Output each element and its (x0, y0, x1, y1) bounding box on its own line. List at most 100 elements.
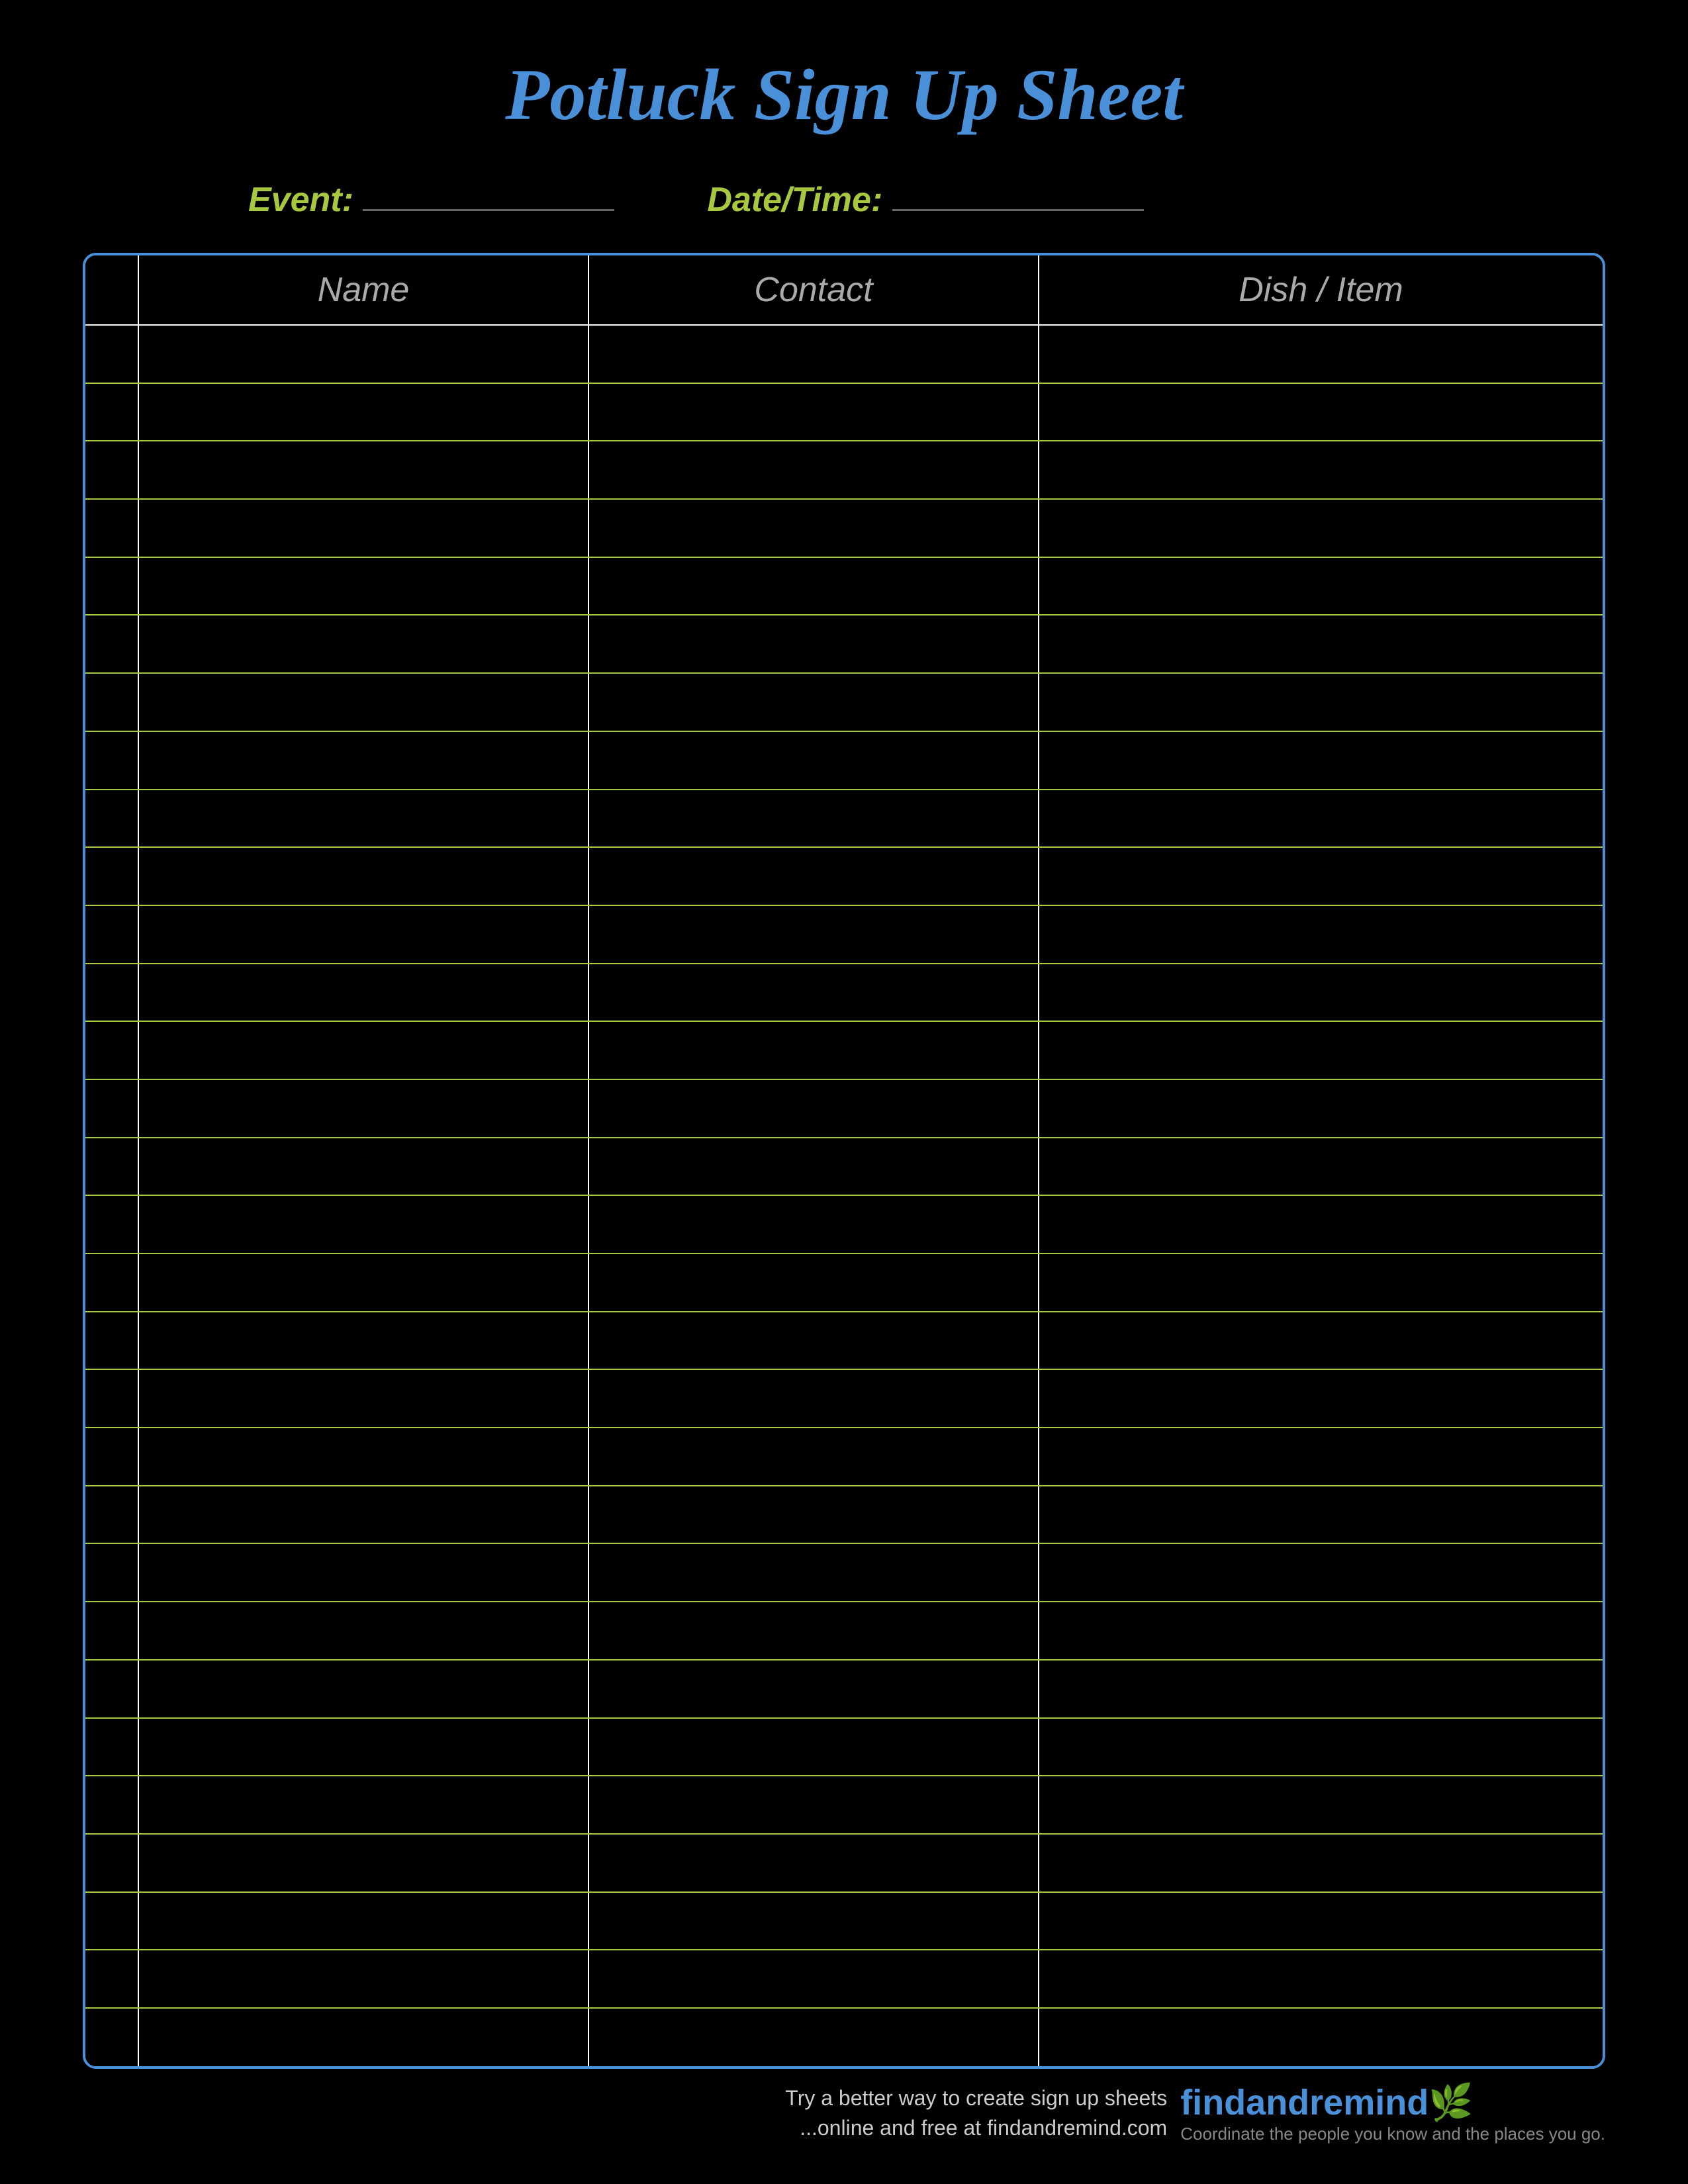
row-name-cell[interactable] (138, 2008, 588, 2066)
row-contact-cell[interactable] (588, 731, 1039, 790)
row-contact-cell[interactable] (588, 1834, 1039, 1892)
row-contact-cell[interactable] (588, 557, 1039, 615)
table-row[interactable] (85, 1195, 1603, 1253)
row-name-cell[interactable] (138, 1428, 588, 1486)
table-row[interactable] (85, 1602, 1603, 1660)
row-name-cell[interactable] (138, 1312, 588, 1370)
row-name-cell[interactable] (138, 847, 588, 905)
row-name-cell[interactable] (138, 964, 588, 1022)
row-name-cell[interactable] (138, 1138, 588, 1196)
table-row[interactable] (85, 905, 1603, 964)
row-dish-cell[interactable] (1039, 2008, 1603, 2066)
row-contact-cell[interactable] (588, 847, 1039, 905)
table-row[interactable] (85, 499, 1603, 557)
table-row[interactable] (85, 1834, 1603, 1892)
row-name-cell[interactable] (138, 1892, 588, 1950)
table-row[interactable] (85, 1543, 1603, 1602)
row-name-cell[interactable] (138, 557, 588, 615)
row-dish-cell[interactable] (1039, 325, 1603, 383)
row-contact-cell[interactable] (588, 441, 1039, 499)
row-name-cell[interactable] (138, 1486, 588, 1544)
row-dish-cell[interactable] (1039, 1195, 1603, 1253)
table-row[interactable] (85, 1428, 1603, 1486)
row-contact-cell[interactable] (588, 1543, 1039, 1602)
table-row[interactable] (85, 964, 1603, 1022)
table-row[interactable] (85, 1486, 1603, 1544)
row-dish-cell[interactable] (1039, 1021, 1603, 1079)
table-row[interactable] (85, 673, 1603, 731)
row-contact-cell[interactable] (588, 1021, 1039, 1079)
row-dish-cell[interactable] (1039, 1138, 1603, 1196)
row-contact-cell[interactable] (588, 964, 1039, 1022)
row-name-cell[interactable] (138, 1021, 588, 1079)
event-underline[interactable] (363, 177, 614, 211)
table-row[interactable] (85, 1776, 1603, 1834)
table-row[interactable] (85, 1253, 1603, 1312)
row-name-cell[interactable] (138, 731, 588, 790)
table-row[interactable] (85, 1892, 1603, 1950)
row-contact-cell[interactable] (588, 1486, 1039, 1544)
table-row[interactable] (85, 1950, 1603, 2008)
row-name-cell[interactable] (138, 673, 588, 731)
row-contact-cell[interactable] (588, 499, 1039, 557)
row-dish-cell[interactable] (1039, 731, 1603, 790)
row-dish-cell[interactable] (1039, 499, 1603, 557)
row-dish-cell[interactable] (1039, 1079, 1603, 1138)
row-dish-cell[interactable] (1039, 1776, 1603, 1834)
row-name-cell[interactable] (138, 383, 588, 441)
row-dish-cell[interactable] (1039, 441, 1603, 499)
row-dish-cell[interactable] (1039, 383, 1603, 441)
table-row[interactable] (85, 1660, 1603, 1718)
table-row[interactable] (85, 731, 1603, 790)
table-row[interactable] (85, 1138, 1603, 1196)
table-row[interactable] (85, 1079, 1603, 1138)
row-contact-cell[interactable] (588, 615, 1039, 673)
row-contact-cell[interactable] (588, 905, 1039, 964)
row-name-cell[interactable] (138, 441, 588, 499)
row-name-cell[interactable] (138, 1253, 588, 1312)
row-dish-cell[interactable] (1039, 1486, 1603, 1544)
table-row[interactable] (85, 441, 1603, 499)
row-name-cell[interactable] (138, 790, 588, 848)
table-row[interactable] (85, 615, 1603, 673)
row-contact-cell[interactable] (588, 1369, 1039, 1428)
row-dish-cell[interactable] (1039, 1602, 1603, 1660)
row-dish-cell[interactable] (1039, 905, 1603, 964)
row-name-cell[interactable] (138, 1776, 588, 1834)
row-dish-cell[interactable] (1039, 790, 1603, 848)
row-contact-cell[interactable] (588, 1660, 1039, 1718)
row-contact-cell[interactable] (588, 1428, 1039, 1486)
table-row[interactable] (85, 1021, 1603, 1079)
row-dish-cell[interactable] (1039, 1312, 1603, 1370)
table-row[interactable] (85, 1312, 1603, 1370)
row-contact-cell[interactable] (588, 1892, 1039, 1950)
table-row[interactable] (85, 557, 1603, 615)
row-contact-cell[interactable] (588, 1253, 1039, 1312)
row-dish-cell[interactable] (1039, 1834, 1603, 1892)
datetime-underline[interactable] (892, 177, 1144, 211)
row-name-cell[interactable] (138, 499, 588, 557)
row-name-cell[interactable] (138, 325, 588, 383)
row-contact-cell[interactable] (588, 1602, 1039, 1660)
table-row[interactable] (85, 1369, 1603, 1428)
row-name-cell[interactable] (138, 615, 588, 673)
row-dish-cell[interactable] (1039, 1892, 1603, 1950)
row-dish-cell[interactable] (1039, 1369, 1603, 1428)
row-contact-cell[interactable] (588, 1776, 1039, 1834)
row-dish-cell[interactable] (1039, 1253, 1603, 1312)
row-name-cell[interactable] (138, 905, 588, 964)
row-contact-cell[interactable] (588, 1312, 1039, 1370)
row-name-cell[interactable] (138, 1543, 588, 1602)
table-row[interactable] (85, 325, 1603, 383)
row-dish-cell[interactable] (1039, 1718, 1603, 1776)
row-name-cell[interactable] (138, 1195, 588, 1253)
row-dish-cell[interactable] (1039, 1660, 1603, 1718)
row-dish-cell[interactable] (1039, 557, 1603, 615)
row-name-cell[interactable] (138, 1079, 588, 1138)
row-name-cell[interactable] (138, 1660, 588, 1718)
table-row[interactable] (85, 790, 1603, 848)
row-dish-cell[interactable] (1039, 1950, 1603, 2008)
table-row[interactable] (85, 383, 1603, 441)
row-contact-cell[interactable] (588, 673, 1039, 731)
row-dish-cell[interactable] (1039, 964, 1603, 1022)
